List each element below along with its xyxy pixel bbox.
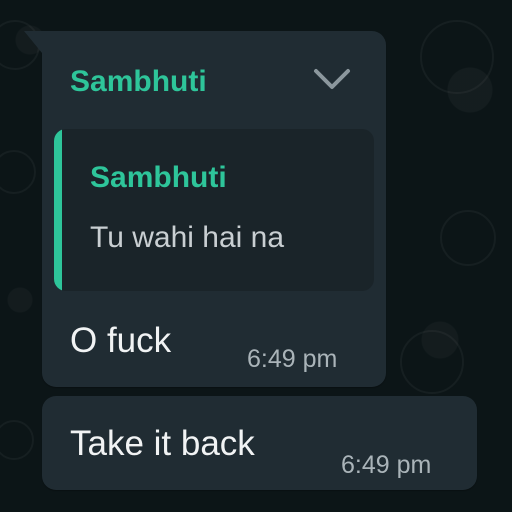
message-text: Take it back [70, 424, 255, 463]
bubble-tail [24, 31, 42, 53]
sender-name: Sambhuti [70, 65, 207, 98]
message-text: O fuck [70, 321, 172, 360]
message-bubble[interactable]: Take it back 6:49 pm [42, 396, 477, 490]
chevron-down-icon[interactable] [310, 65, 354, 93]
background-doodle [420, 20, 494, 94]
background-doodle [440, 210, 496, 266]
message-timestamp: 6:49 pm [247, 345, 338, 373]
quoted-sender-name: Sambhuti [90, 161, 227, 194]
background-doodle [0, 420, 34, 460]
quote-accent-bar [54, 129, 62, 291]
quoted-message-text: Tu wahi hai na [90, 221, 285, 254]
background-doodle [0, 150, 36, 194]
message-bubble[interactable]: Sambhuti Sambhuti Tu wahi hai na O fuck … [24, 31, 386, 387]
background-doodle [400, 330, 464, 394]
message-timestamp: 6:49 pm [341, 451, 432, 479]
quoted-message[interactable]: Sambhuti Tu wahi hai na [54, 129, 374, 291]
